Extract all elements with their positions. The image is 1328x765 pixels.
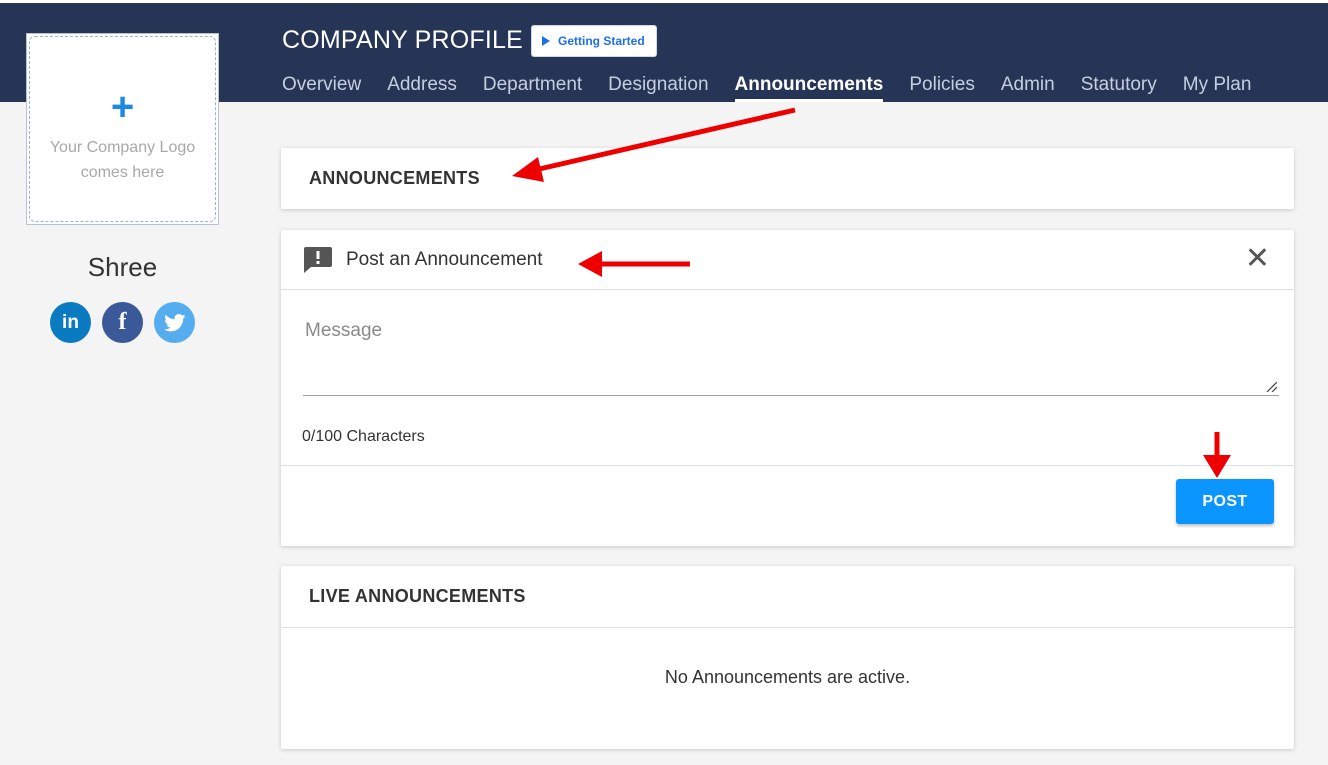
tab-designation[interactable]: Designation [608, 74, 708, 102]
announcement-icon [304, 247, 332, 273]
message-input[interactable] [303, 312, 1279, 392]
resize-handle-icon[interactable] [1265, 382, 1277, 392]
live-announcements-title: LIVE ANNOUNCEMENTS [309, 586, 526, 606]
post-announcement-card: Post an Announcement ✕ 0/100 Characters … [281, 230, 1294, 546]
logo-dropzone[interactable]: + Your Company Logo comes here [29, 36, 216, 222]
twitter-bird-glyph [163, 313, 185, 331]
empty-state-message: No Announcements are active. [664, 667, 911, 687]
getting-started-button[interactable]: Getting Started [531, 25, 657, 57]
twitter-icon[interactable] [154, 302, 195, 343]
header-top-border [0, 0, 1328, 3]
play-icon [542, 36, 550, 46]
tab-announcements[interactable]: Announcements [734, 74, 883, 102]
post-card-title: Post an Announcement [346, 249, 543, 270]
announcements-header-card: ANNOUNCEMENTS [281, 148, 1294, 209]
social-links: in f [50, 302, 195, 343]
page-title: COMPANY PROFILE [282, 26, 524, 54]
company-name: Shree [87, 252, 158, 282]
tab-admin[interactable]: Admin [1001, 74, 1055, 102]
profile-tabs: Overview Address Department Designation … [282, 74, 1251, 102]
tab-policies[interactable]: Policies [909, 74, 974, 102]
tab-my-plan[interactable]: My Plan [1183, 74, 1252, 102]
post-card-header: Post an Announcement ✕ [281, 230, 1294, 290]
announcements-title: ANNOUNCEMENTS [309, 168, 480, 188]
getting-started-label: Getting Started [558, 34, 645, 48]
character-counter: 0/100 Characters [302, 428, 425, 445]
message-field-wrapper [303, 312, 1279, 396]
close-icon[interactable]: ✕ [1245, 244, 1270, 274]
post-button[interactable]: POST [1176, 479, 1274, 524]
live-card-header: LIVE ANNOUNCEMENTS [281, 566, 1294, 628]
tab-address[interactable]: Address [387, 74, 457, 102]
tab-department[interactable]: Department [483, 74, 582, 102]
linkedin-icon[interactable]: in [50, 302, 91, 343]
tab-statutory[interactable]: Statutory [1081, 74, 1157, 102]
plus-icon: + [110, 85, 135, 129]
facebook-icon[interactable]: f [102, 302, 143, 343]
company-logo-upload[interactable]: + Your Company Logo comes here [26, 33, 219, 225]
tab-overview[interactable]: Overview [282, 74, 361, 102]
post-card-divider [281, 465, 1294, 466]
live-announcements-card: LIVE ANNOUNCEMENTS No Announcements are … [281, 566, 1294, 749]
logo-placeholder-text: Your Company Logo comes here [49, 139, 196, 181]
